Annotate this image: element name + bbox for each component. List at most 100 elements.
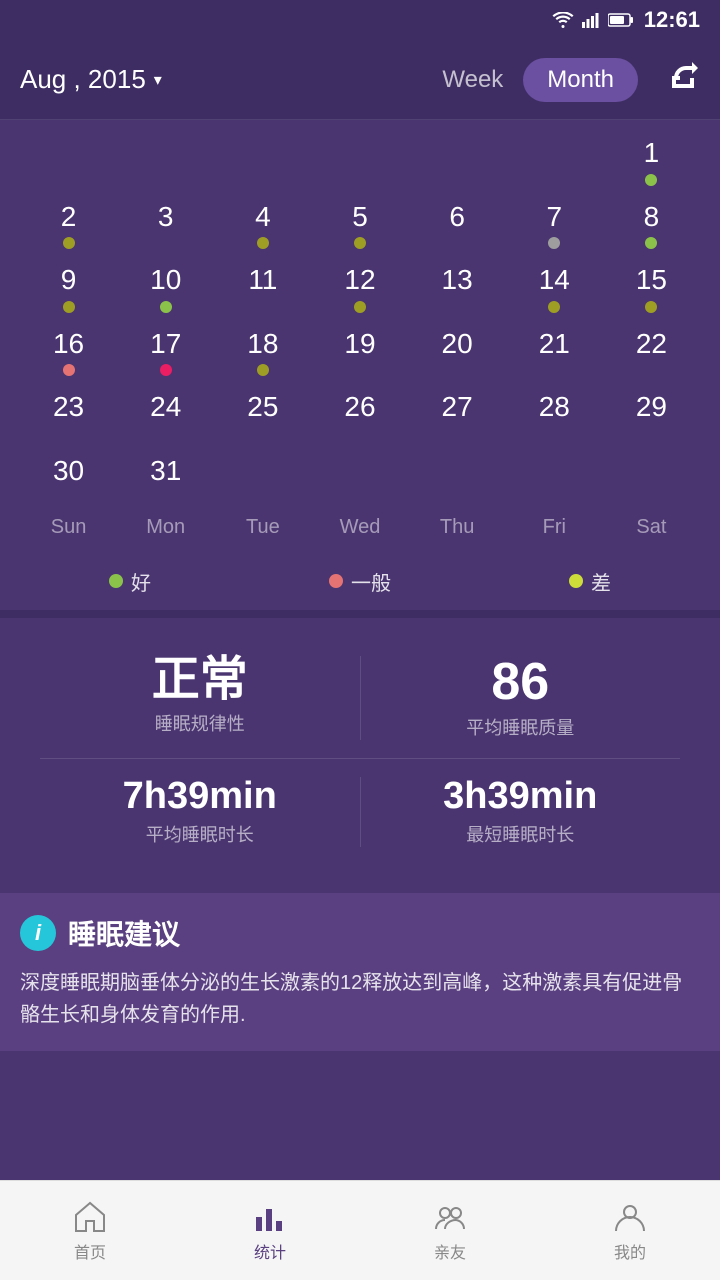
day-number: 9 bbox=[61, 263, 77, 297]
share-icon[interactable] bbox=[668, 60, 700, 99]
day-dot bbox=[160, 364, 172, 376]
wifi-icon bbox=[552, 12, 574, 28]
calendar-day[interactable]: 18 bbox=[214, 321, 311, 381]
nav-friends[interactable]: 亲友 bbox=[432, 1199, 468, 1263]
status-time: 12:61 bbox=[644, 7, 700, 33]
calendar-day[interactable]: 28 bbox=[506, 384, 603, 444]
day-header-wed: Wed bbox=[311, 512, 408, 543]
day-number: 12 bbox=[344, 263, 375, 297]
day-number: 15 bbox=[636, 263, 667, 297]
stat-min-duration-value: 3h39min bbox=[443, 777, 597, 815]
calendar-day[interactable]: 20 bbox=[409, 321, 506, 381]
day-dot bbox=[63, 301, 75, 313]
calendar-day[interactable]: 2 bbox=[20, 194, 117, 254]
day-number: 26 bbox=[344, 390, 375, 424]
tab-month[interactable]: Month bbox=[523, 58, 638, 102]
day-number: 28 bbox=[539, 390, 570, 424]
stat-avg-duration-value: 7h39min bbox=[123, 777, 277, 815]
day-number: 3 bbox=[158, 200, 174, 234]
day-number: 10 bbox=[150, 263, 181, 297]
calendar-day bbox=[603, 448, 700, 508]
day-dot bbox=[257, 237, 269, 249]
nav-stats[interactable]: 统计 bbox=[252, 1199, 288, 1263]
calendar-day[interactable]: 9 bbox=[20, 257, 117, 317]
calendar-day[interactable]: 17 bbox=[117, 321, 214, 381]
calendar-day[interactable]: 7 bbox=[506, 194, 603, 254]
calendar-day[interactable]: 5 bbox=[311, 194, 408, 254]
day-header-thu: Thu bbox=[409, 512, 506, 543]
calendar-day[interactable]: 19 bbox=[311, 321, 408, 381]
calendar-day[interactable]: 31 bbox=[117, 448, 214, 508]
calendar: 1234567891011121314151617181920212223242… bbox=[0, 120, 720, 553]
day-number: 8 bbox=[644, 200, 660, 234]
calendar-day[interactable]: 22 bbox=[603, 321, 700, 381]
calendar-day[interactable]: 13 bbox=[409, 257, 506, 317]
day-number: 4 bbox=[255, 200, 271, 234]
day-header-fri: Fri bbox=[506, 512, 603, 543]
bottom-nav: 首页 统计 亲友 我的 bbox=[0, 1180, 720, 1280]
status-bar: 12:61 bbox=[0, 0, 720, 40]
date-selector[interactable]: Aug , 2015 ▾ bbox=[20, 64, 442, 95]
day-number: 21 bbox=[539, 327, 570, 361]
legend-normal: 一般 bbox=[329, 567, 391, 596]
nav-profile[interactable]: 我的 bbox=[612, 1199, 648, 1263]
calendar-day[interactable]: 21 bbox=[506, 321, 603, 381]
day-number: 27 bbox=[442, 390, 473, 424]
day-header-sat: Sat bbox=[603, 512, 700, 543]
day-header-sun: Sun bbox=[20, 512, 117, 543]
calendar-day[interactable]: 8 bbox=[603, 194, 700, 254]
calendar-day[interactable]: 23 bbox=[20, 384, 117, 444]
signal-icon bbox=[582, 12, 600, 28]
stat-avg-duration-label: 平均睡眠时长 bbox=[146, 821, 254, 847]
calendar-day[interactable]: 14 bbox=[506, 257, 603, 317]
dropdown-arrow-icon[interactable]: ▾ bbox=[154, 70, 162, 90]
calendar-day[interactable]: 27 bbox=[409, 384, 506, 444]
stats-row-1: 正常 睡眠规律性 86 平均睡眠质量 bbox=[40, 638, 680, 759]
stat-quality: 86 平均睡眠质量 bbox=[360, 656, 681, 740]
stat-min-duration-label: 最短睡眠时长 bbox=[466, 821, 574, 847]
nav-profile-label: 我的 bbox=[614, 1239, 646, 1263]
day-header-tue: Tue bbox=[214, 512, 311, 543]
legend-bad-dot bbox=[569, 574, 583, 588]
day-number: 13 bbox=[442, 263, 473, 297]
day-dot bbox=[645, 237, 657, 249]
day-dot bbox=[354, 237, 366, 249]
nav-home[interactable]: 首页 bbox=[72, 1199, 108, 1263]
calendar-day[interactable]: 29 bbox=[603, 384, 700, 444]
calendar-day bbox=[506, 130, 603, 190]
calendar-day[interactable]: 26 bbox=[311, 384, 408, 444]
info-icon: i bbox=[20, 915, 56, 951]
legend-normal-label: 一般 bbox=[351, 567, 391, 596]
day-number: 14 bbox=[539, 263, 570, 297]
calendar-day[interactable]: 6 bbox=[409, 194, 506, 254]
calendar-day bbox=[214, 130, 311, 190]
tab-week[interactable]: Week bbox=[442, 66, 503, 94]
calendar-day[interactable]: 3 bbox=[117, 194, 214, 254]
stat-regularity: 正常 睡眠规律性 bbox=[40, 656, 360, 740]
calendar-day[interactable]: 25 bbox=[214, 384, 311, 444]
date-display: Aug , 2015 bbox=[20, 64, 146, 95]
calendar-day[interactable]: 15 bbox=[603, 257, 700, 317]
calendar-day[interactable]: 4 bbox=[214, 194, 311, 254]
calendar-day[interactable]: 1 bbox=[603, 130, 700, 190]
day-number: 19 bbox=[344, 327, 375, 361]
home-icon bbox=[72, 1199, 108, 1235]
calendar-day[interactable]: 11 bbox=[214, 257, 311, 317]
calendar-day[interactable]: 12 bbox=[311, 257, 408, 317]
calendar-day[interactable]: 24 bbox=[117, 384, 214, 444]
day-number: 17 bbox=[150, 327, 181, 361]
calendar-day bbox=[117, 130, 214, 190]
legend-good: 好 bbox=[109, 567, 151, 596]
calendar-day[interactable]: 10 bbox=[117, 257, 214, 317]
day-number: 5 bbox=[352, 200, 368, 234]
legend-good-label: 好 bbox=[131, 567, 151, 596]
nav-stats-label: 统计 bbox=[254, 1239, 286, 1263]
calendar-day bbox=[214, 448, 311, 508]
calendar-day[interactable]: 16 bbox=[20, 321, 117, 381]
legend-normal-dot bbox=[329, 574, 343, 588]
stat-quality-value: 86 bbox=[491, 656, 549, 708]
advice-title: 睡眠建议 bbox=[68, 913, 180, 953]
calendar-day[interactable]: 30 bbox=[20, 448, 117, 508]
calendar-day bbox=[20, 130, 117, 190]
friends-icon bbox=[432, 1199, 468, 1235]
